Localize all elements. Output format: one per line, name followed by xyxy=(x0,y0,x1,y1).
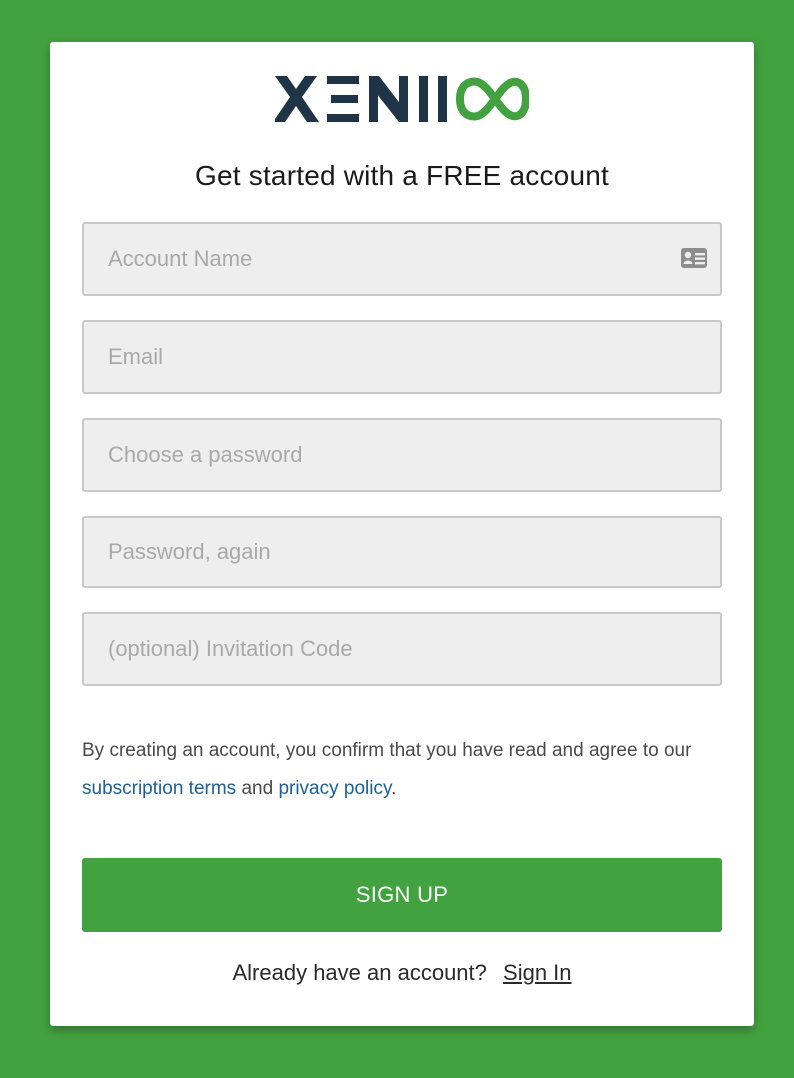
account-name-input[interactable] xyxy=(84,224,720,294)
sign-in-prompt: Already have an account? xyxy=(232,960,487,985)
terms-prefix: By creating an account, you confirm that… xyxy=(82,740,692,761)
subscription-terms-link[interactable]: subscription terms xyxy=(82,778,236,799)
page-title: Get started with a FREE account xyxy=(195,160,609,191)
password-again-input[interactable] xyxy=(84,518,720,586)
password-field[interactable] xyxy=(82,418,722,492)
privacy-policy-link[interactable]: privacy policy xyxy=(278,778,391,799)
xenioo-logo xyxy=(275,76,529,122)
id-card-icon xyxy=(681,248,707,268)
terms-middle: and xyxy=(236,778,279,799)
sign-in-row: Already have an account? Sign In xyxy=(50,960,754,986)
signup-card: Get started with a FREE account By creat… xyxy=(50,42,754,1026)
sign-in-link[interactable]: Sign In xyxy=(503,960,572,985)
sign-up-button[interactable]: SIGN UP xyxy=(82,858,722,932)
invitation-code-field[interactable] xyxy=(82,612,722,686)
email-field[interactable] xyxy=(82,320,722,394)
account-name-field[interactable] xyxy=(82,222,722,296)
infinity-icon xyxy=(455,77,529,121)
invitation-code-input[interactable] xyxy=(84,614,720,684)
password-again-field[interactable] xyxy=(82,516,722,588)
email-input[interactable] xyxy=(84,322,720,392)
terms-notice: By creating an account, you confirm that… xyxy=(82,732,732,808)
password-input[interactable] xyxy=(84,420,720,490)
terms-suffix: . xyxy=(391,778,397,799)
